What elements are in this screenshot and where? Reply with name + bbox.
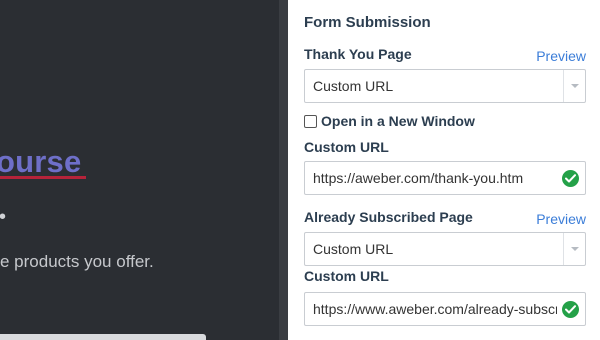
settings-panel: Form Submission Thank You Page Preview C…	[288, 0, 600, 340]
new-window-checkbox-label[interactable]: Open in a New Window	[321, 113, 475, 129]
thank-you-url-input[interactable]: https://aweber.com/thank-you.htm	[304, 161, 586, 195]
chevron-down-icon	[571, 84, 579, 88]
thank-you-page-select[interactable]: Custom URL	[304, 69, 586, 103]
thank-you-page-label: Thank You Page	[304, 46, 412, 62]
preview-bullet: •	[0, 206, 6, 229]
section-title: Form Submission	[304, 14, 431, 31]
check-circle-icon	[562, 301, 579, 318]
form-preview-pane: ourse • e products you offer.	[0, 0, 279, 340]
headline-underline	[0, 176, 86, 179]
already-subscribed-label: Already Subscribed Page	[304, 209, 473, 225]
check-circle-icon	[562, 170, 579, 187]
already-subscribed-preview-link[interactable]: Preview	[536, 211, 586, 227]
thank-you-custom-url-label: Custom URL	[304, 139, 389, 155]
thank-you-select-value: Custom URL	[313, 78, 394, 94]
chevron-down-icon	[571, 247, 579, 251]
select-arrow-box[interactable]	[563, 70, 585, 102]
preview-body-text: e products you offer.	[0, 252, 154, 271]
already-subscribed-select-value: Custom URL	[313, 241, 394, 257]
already-subscribed-custom-url-label: Custom URL	[304, 268, 389, 284]
thank-you-url-value: https://aweber.com/thank-you.htm	[313, 170, 524, 186]
already-subscribed-url-value: https://www.aweber.com/already-subscr	[313, 301, 557, 317]
pane-divider[interactable]	[279, 0, 288, 340]
select-arrow-box[interactable]	[563, 233, 585, 265]
preview-headline: ourse	[0, 144, 82, 179]
preview-input-edge	[0, 334, 206, 340]
already-subscribed-select[interactable]: Custom URL	[304, 232, 586, 266]
new-window-checkbox[interactable]	[304, 115, 317, 128]
thank-you-preview-link[interactable]: Preview	[536, 48, 586, 64]
already-subscribed-url-input[interactable]: https://www.aweber.com/already-subscr	[304, 292, 586, 326]
